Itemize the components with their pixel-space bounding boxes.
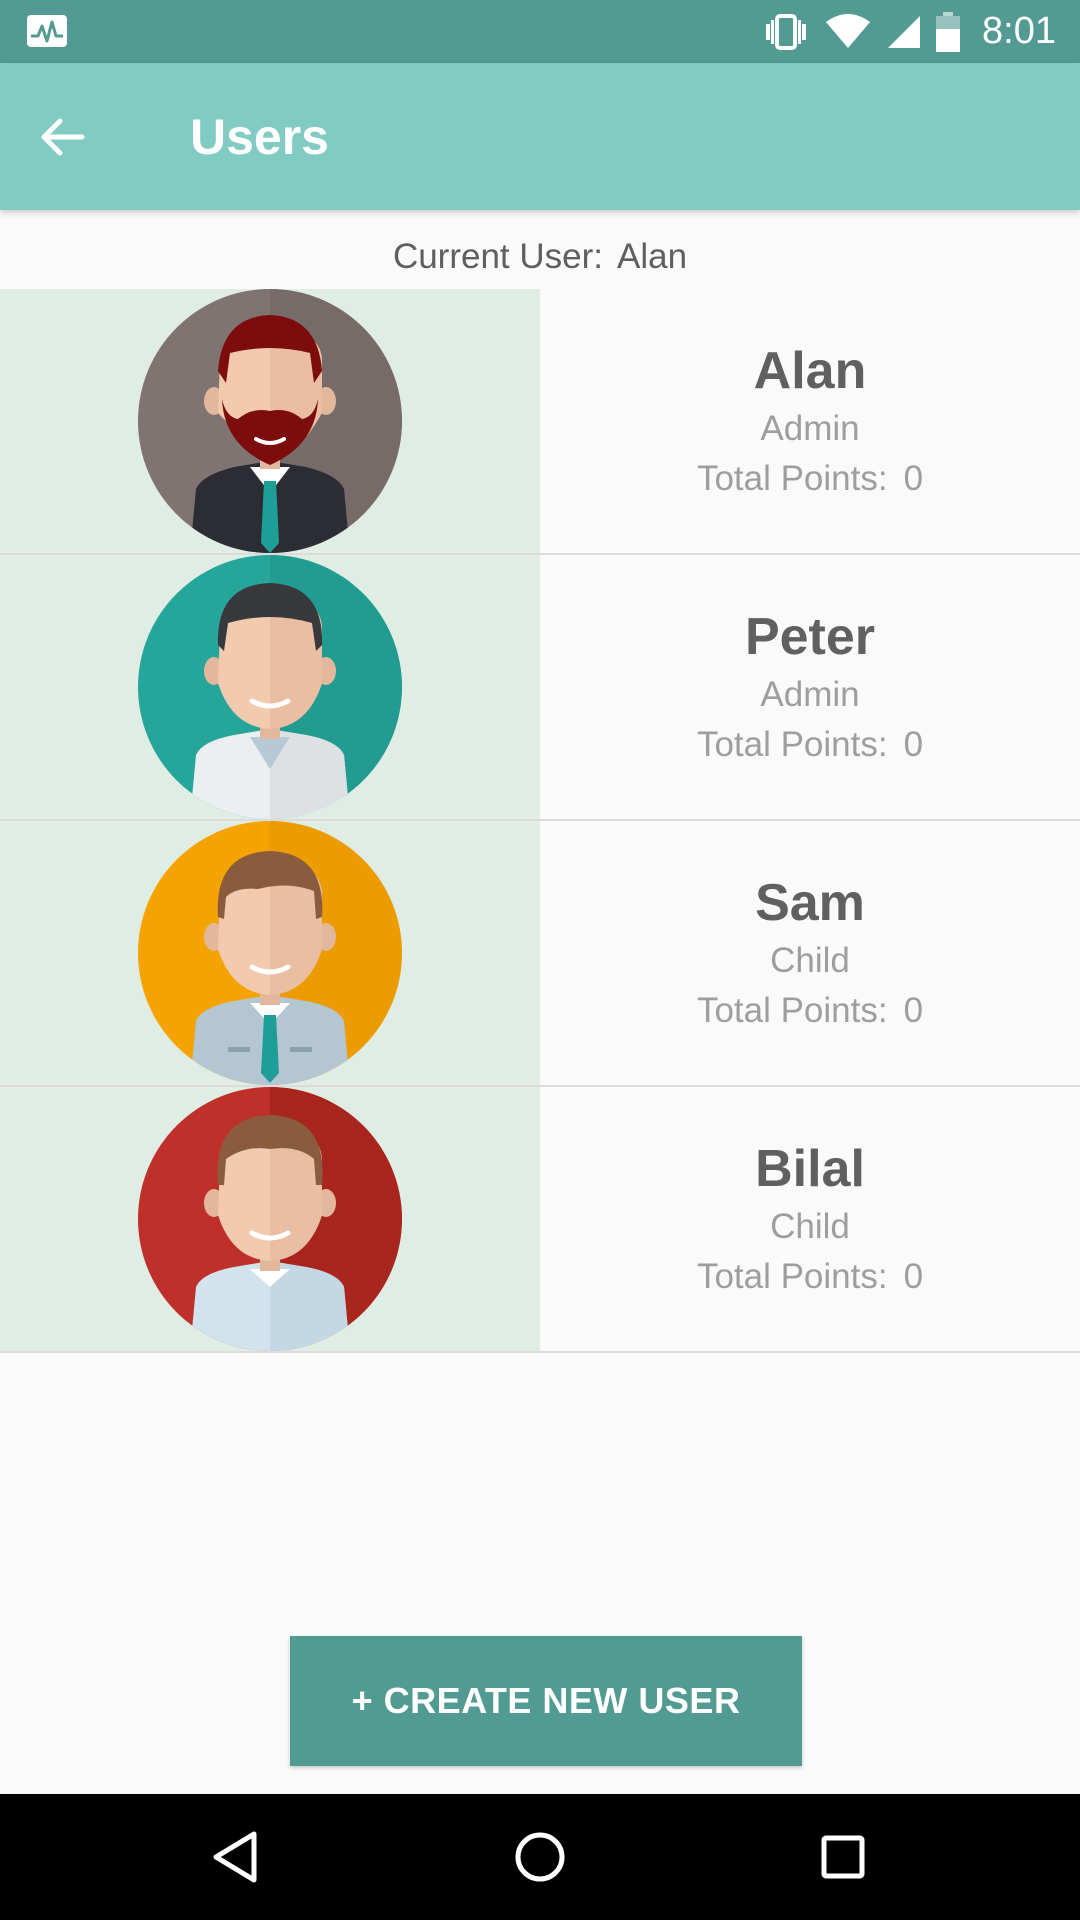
recents-square-icon: [821, 1835, 865, 1879]
avatar-cell: [0, 555, 540, 819]
user-name: Bilal: [755, 1140, 865, 1198]
user-info: Sam Child Total Points: 0: [540, 821, 1080, 1085]
home-circle-icon: [515, 1832, 565, 1882]
points-label: Total Points:: [696, 991, 888, 1030]
points-value: 0: [903, 991, 924, 1030]
user-points: Total Points: 0: [540, 723, 1080, 767]
nav-recents-button[interactable]: [808, 1822, 878, 1892]
back-triangle-icon: [213, 1831, 257, 1883]
nav-home-button[interactable]: [505, 1822, 575, 1892]
user-name: Sam: [755, 874, 865, 932]
nav-back-button[interactable]: [200, 1822, 270, 1892]
boy-with-tie-avatar-icon: [138, 821, 402, 1085]
avatar-cell: [0, 289, 540, 553]
back-button[interactable]: [30, 105, 94, 169]
current-user-line: Current User: Alan: [0, 232, 1080, 282]
user-name: Alan: [753, 342, 867, 400]
users-screen: 8:01 Users Current User: Alan Alan Admin…: [0, 0, 1080, 1920]
current-user-label: Current User:: [392, 237, 603, 276]
vibrate-icon: [766, 13, 807, 50]
arrow-left-icon: [41, 118, 85, 156]
system-nav-bar: [0, 1794, 1080, 1920]
user-row-alan[interactable]: Alan Admin Total Points: 0: [0, 289, 1080, 555]
user-role: Admin: [760, 409, 860, 448]
user-info: Alan Admin Total Points: 0: [540, 289, 1080, 553]
user-role: Child: [770, 1207, 850, 1246]
dark-hair-man-avatar-icon: [138, 555, 402, 819]
user-name: Peter: [744, 608, 876, 666]
brown-hair-man-avatar-icon: [138, 1087, 402, 1351]
user-points: Total Points: 0: [540, 989, 1080, 1033]
points-label: Total Points:: [696, 725, 888, 764]
user-points: Total Points: 0: [540, 1255, 1080, 1299]
points-value: 0: [903, 1257, 924, 1296]
user-role: Admin: [760, 675, 860, 714]
avatar-cell: [0, 821, 540, 1085]
avatar-cell: [0, 1087, 540, 1351]
status-bar: 8:01: [0, 0, 1080, 63]
user-list: Alan Admin Total Points: 0 Peter Admin T…: [0, 289, 1080, 1353]
user-row-bilal[interactable]: Bilal Child Total Points: 0: [0, 1087, 1080, 1353]
battery-icon: [936, 11, 961, 52]
points-value: 0: [903, 459, 924, 498]
user-info: Peter Admin Total Points: 0: [540, 555, 1080, 819]
wifi-icon: [826, 13, 871, 48]
points-value: 0: [903, 725, 924, 764]
app-bar: Users: [0, 63, 1080, 210]
create-new-user-button[interactable]: + CREATE NEW USER: [290, 1636, 802, 1766]
cell-signal-icon: [888, 15, 921, 48]
user-row-sam[interactable]: Sam Child Total Points: 0: [0, 821, 1080, 1087]
current-user-name: Alan: [617, 237, 688, 276]
activity-monitor-icon: [27, 15, 67, 47]
points-label: Total Points:: [696, 459, 888, 498]
bearded-man-avatar-icon: [138, 289, 402, 553]
user-role: Child: [770, 941, 850, 980]
user-info: Bilal Child Total Points: 0: [540, 1087, 1080, 1351]
status-clock: 8:01: [982, 10, 1056, 52]
status-icons: 8:01: [762, 0, 1056, 63]
page-title: Users: [190, 109, 329, 165]
points-label: Total Points:: [696, 1257, 888, 1296]
user-points: Total Points: 0: [540, 457, 1080, 501]
user-row-peter[interactable]: Peter Admin Total Points: 0: [0, 555, 1080, 821]
